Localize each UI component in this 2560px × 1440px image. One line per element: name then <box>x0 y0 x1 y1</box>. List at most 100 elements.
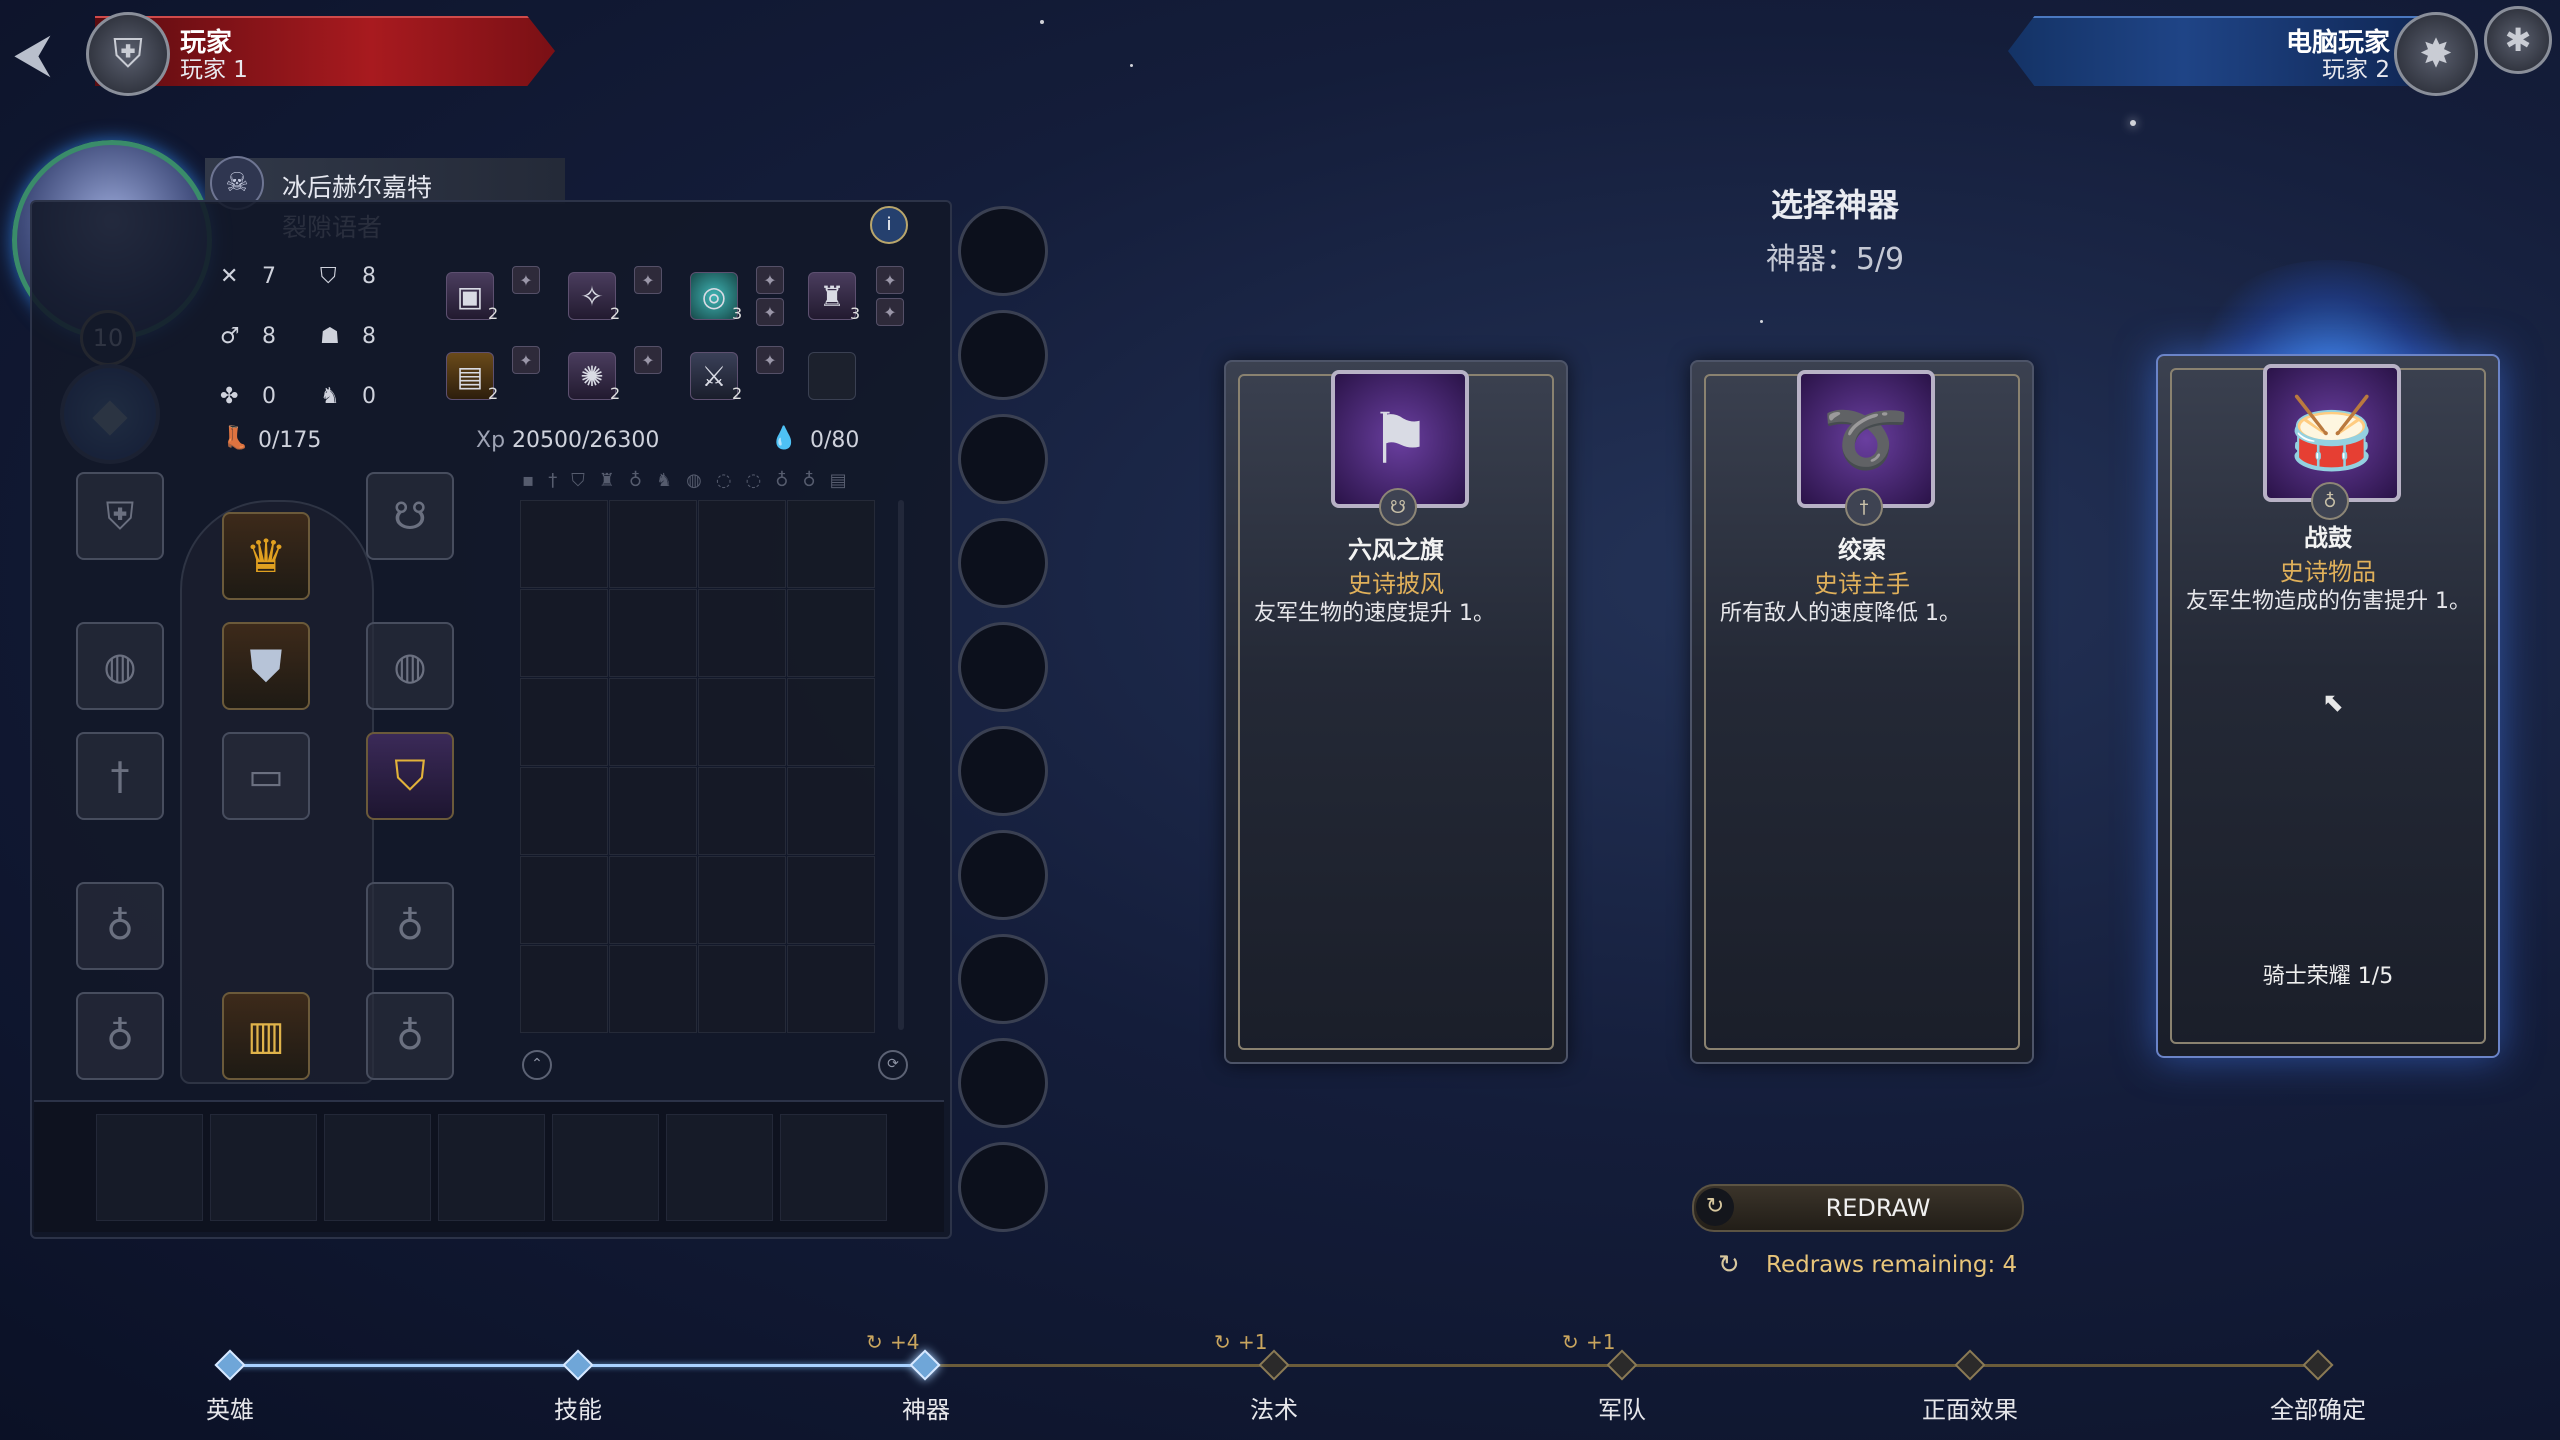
backpack-cell[interactable] <box>698 945 786 1033</box>
mini-slot-icon: ✦ <box>634 266 662 294</box>
backpack-cell[interactable] <box>698 767 786 855</box>
spell-slot[interactable] <box>958 1142 1048 1232</box>
belt-slot-icon[interactable]: ▭ <box>222 732 310 820</box>
army-slot[interactable] <box>210 1114 317 1221</box>
timeline-node-artifacts[interactable] <box>909 1349 941 1381</box>
collapse-icon[interactable]: ⌃ <box>522 1050 552 1080</box>
spell-slot[interactable] <box>958 830 1048 920</box>
backpack-cell[interactable] <box>787 500 875 588</box>
timeline-node-hero[interactable] <box>214 1349 246 1381</box>
timeline-node-skills[interactable] <box>562 1349 594 1381</box>
redraw-icon: ↻ <box>1696 1188 1734 1226</box>
backpack-cell[interactable] <box>609 678 697 766</box>
weapon-slot-icon[interactable]: † <box>76 732 164 820</box>
xp-value: 20500/26300 <box>512 428 660 453</box>
backpack-cell[interactable] <box>520 500 608 588</box>
army-slot[interactable] <box>780 1114 887 1221</box>
redraw-bonus-icon: ↻ <box>1562 1330 1579 1354</box>
backpack-cell[interactable] <box>787 589 875 677</box>
backpack-cell[interactable] <box>787 945 875 1033</box>
backpack-cell[interactable] <box>698 589 786 677</box>
army-slot[interactable] <box>552 1114 659 1221</box>
armor-slot-icon[interactable]: ⛊ <box>222 622 310 710</box>
ai-player-sub: 玩家 2 <box>2322 57 2390 83</box>
select-artifact-title: 选择神器 <box>1770 186 1899 224</box>
backpack-cell[interactable] <box>609 500 697 588</box>
artifact-count: 2 <box>732 384 743 403</box>
backpack-cell[interactable] <box>520 678 608 766</box>
backpack-filter-icons[interactable]: ▪†⛉♜♁♞◍◌◌♁♁▤ <box>522 470 861 491</box>
empty-artifact-slot[interactable] <box>808 352 856 400</box>
artifact-card[interactable]: ⚑ ☋ 六风之旗 史诗披风 友军生物的速度提升 1。 <box>1224 360 1568 1064</box>
swords-artifact-icon[interactable]: ⚔ <box>690 352 738 400</box>
ring-slot-icon[interactable]: ◍ <box>76 622 164 710</box>
army-slot[interactable] <box>324 1114 431 1221</box>
timeline-label-skills[interactable]: 技能 <box>518 1390 638 1425</box>
item-slot-icon[interactable]: ♁ <box>366 882 454 970</box>
timeline-node-effects[interactable] <box>1954 1349 1986 1381</box>
shield-slot-icon[interactable]: ⛉ <box>366 732 454 820</box>
army-slot[interactable] <box>438 1114 545 1221</box>
ring-slot-icon[interactable]: ◍ <box>366 622 454 710</box>
timeline-label-effects[interactable]: 正面效果 <box>1910 1390 2030 1425</box>
movement-icon: 👢 <box>222 426 250 451</box>
spell-slot[interactable] <box>958 934 1048 1024</box>
spell-slot[interactable] <box>958 1038 1048 1128</box>
timeline-label-confirm[interactable]: 全部确定 <box>2258 1390 2378 1425</box>
boots-slot-icon[interactable]: ▥ <box>222 992 310 1080</box>
chest-artifact-icon[interactable]: ▣ <box>446 272 494 320</box>
timeline-node-spells[interactable] <box>1258 1349 1290 1381</box>
artifact-card[interactable]: ➰ † 绞索 史诗主手 所有敌人的速度降低 1。 <box>1690 360 2034 1064</box>
timeline-label-hero[interactable]: 英雄 <box>170 1390 290 1425</box>
dragon-artifact-icon[interactable]: ✧ <box>568 272 616 320</box>
orb-artifact-icon[interactable]: ◎ <box>690 272 738 320</box>
spell-slot[interactable] <box>958 622 1048 712</box>
timeline-label-spells[interactable]: 法术 <box>1214 1390 1334 1425</box>
mini-slot-icon: ✦ <box>512 346 540 374</box>
backpack-cell[interactable] <box>698 678 786 766</box>
timeline-bonus: +4 <box>890 1330 920 1354</box>
crown-slot-icon[interactable]: ♛ <box>222 512 310 600</box>
timeline-node-confirm[interactable] <box>2302 1349 2334 1381</box>
backpack-cell[interactable] <box>787 678 875 766</box>
timeline-node-army[interactable] <box>1606 1349 1638 1381</box>
item-slot-icon[interactable]: ♁ <box>366 992 454 1080</box>
spark-artifact-icon[interactable]: ✺ <box>568 352 616 400</box>
cloak-slot-icon[interactable]: ☋ <box>366 472 454 560</box>
spell-slot[interactable] <box>958 206 1048 296</box>
backpack-cell[interactable] <box>787 856 875 944</box>
mini-slot-icon: ✦ <box>756 346 784 374</box>
backpack-cell[interactable] <box>609 856 697 944</box>
backpack-cell[interactable] <box>520 589 608 677</box>
card-title: 战鼓 <box>2304 524 2352 552</box>
backpack-cell[interactable] <box>520 767 608 855</box>
spell-slot[interactable] <box>958 726 1048 816</box>
banner-slot-icon[interactable]: ⛨ <box>76 472 164 560</box>
army-slot[interactable] <box>96 1114 203 1221</box>
backpack-cell[interactable] <box>698 500 786 588</box>
spell-slot[interactable] <box>958 310 1048 400</box>
info-icon[interactable]: i <box>870 206 908 244</box>
backpack-cell[interactable] <box>520 945 608 1033</box>
spell-slot[interactable] <box>958 518 1048 608</box>
tome-artifact-icon[interactable]: ▤ <box>446 352 494 400</box>
redraw-button[interactable]: ↻ REDRAW <box>1692 1184 2024 1232</box>
timeline-label-army[interactable]: 军队 <box>1562 1390 1682 1425</box>
backpack-cell[interactable] <box>609 589 697 677</box>
card-title: 六风之旗 <box>1348 536 1444 564</box>
backpack-cell[interactable] <box>609 767 697 855</box>
helm-artifact-icon[interactable]: ♜ <box>808 272 856 320</box>
item-slot-icon[interactable]: ♁ <box>76 992 164 1080</box>
sort-icon[interactable]: ⟳ <box>878 1050 908 1080</box>
backpack-cell[interactable] <box>787 767 875 855</box>
timeline-label-artifacts[interactable]: 神器 <box>866 1390 986 1425</box>
army-slot[interactable] <box>666 1114 773 1221</box>
backpack-cell[interactable] <box>698 856 786 944</box>
backpack-cell[interactable] <box>609 945 697 1033</box>
backpack-cell[interactable] <box>520 856 608 944</box>
bug-settings-icon[interactable]: ✱ <box>2484 6 2552 74</box>
spell-slot[interactable] <box>958 414 1048 504</box>
back-arrow-icon[interactable]: ⮜ <box>14 24 74 84</box>
item-slot-icon[interactable]: ♁ <box>76 882 164 970</box>
backpack-scrollbar[interactable] <box>898 500 904 1030</box>
